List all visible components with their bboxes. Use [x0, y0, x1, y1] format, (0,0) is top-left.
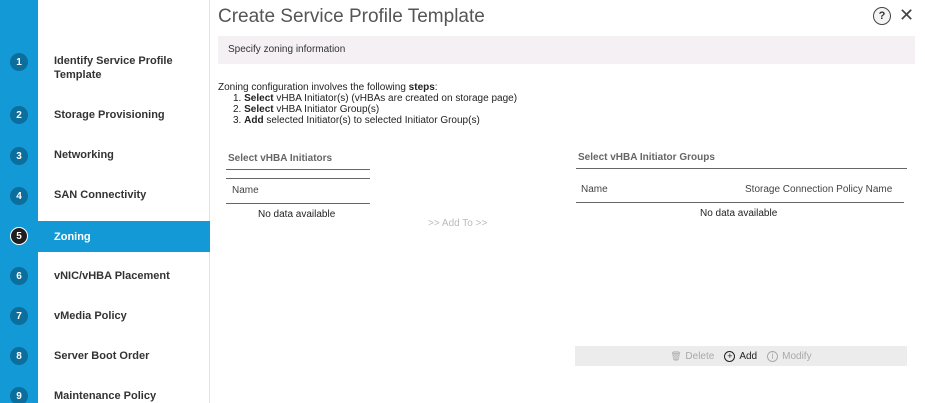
instruction-step-prefix: 2.: [233, 104, 245, 115]
groups-title: Select vHBA Initiator Groups: [578, 152, 715, 163]
trash-icon: 🗑: [670, 350, 682, 361]
step-label: Zoning: [54, 230, 91, 243]
delete-label: Delete: [685, 350, 715, 362]
dialog-title: Create Service Profile Template: [218, 6, 485, 27]
initiators-empty: No data available: [258, 209, 336, 220]
step-label: Server Boot Order: [54, 350, 150, 362]
step-storage-provisioning[interactable]: Storage Provisioning: [38, 100, 210, 130]
step-label: SAN Connectivity: [54, 189, 147, 201]
step-label: Identify Service Profile Template: [54, 55, 173, 81]
step-number: 2: [10, 106, 28, 124]
step-number: 7: [10, 307, 28, 325]
initiators-title: Select vHBA Initiators: [228, 153, 333, 164]
groups-empty: No data available: [700, 208, 778, 219]
instruction-step-bold: Add: [244, 115, 264, 126]
divider: [226, 169, 370, 170]
divider: [576, 168, 907, 169]
add-label: Add: [739, 350, 758, 362]
instruction-step-text: selected Initiator(s) to selected Initia…: [263, 115, 480, 126]
step-number: 3: [10, 147, 28, 165]
step-vmedia-policy[interactable]: vMedia Policy: [38, 301, 210, 331]
step-number: 1: [10, 53, 28, 71]
instruction-step-bold: Select: [244, 104, 274, 115]
initiators-column-name[interactable]: Name: [232, 185, 259, 196]
wizard-steps: Identify Service Profile Template Storag…: [38, 0, 210, 403]
instruction-step-text: vHBA Initiator Group(s): [273, 104, 380, 115]
zoning-instructions: Zoning configuration involves the follow…: [218, 82, 517, 126]
plus-circle-icon: +: [724, 350, 736, 362]
groups-column-name[interactable]: Name: [581, 184, 608, 195]
step-number: 9: [10, 387, 28, 403]
step-networking[interactable]: Networking: [38, 140, 210, 170]
divider: [576, 202, 904, 203]
divider: [226, 203, 370, 204]
step-label: vNIC/vHBA Placement: [54, 270, 170, 282]
add-button[interactable]: + Add: [724, 350, 758, 362]
instructions-lead-bold: steps: [408, 82, 435, 93]
instruction-step: 3. Add selected Initiator(s) to selected…: [218, 115, 517, 126]
instructions-lead: Zoning configuration involves the follow…: [218, 82, 517, 93]
instruction-step-prefix: 3.: [233, 115, 245, 126]
instruction-step-text: vHBA Initiator(s) (vHBAs are created on …: [273, 93, 518, 104]
step-description-bar: Specify zoning information: [218, 36, 915, 64]
step-vnic-vhba-placement[interactable]: vNIC/vHBA Placement: [38, 261, 210, 291]
step-label: Networking: [54, 149, 114, 161]
instruction-step-prefix: 1.: [233, 93, 245, 104]
instructions-lead-end: :: [434, 82, 438, 93]
step-label: Maintenance Policy: [54, 390, 157, 402]
add-to-button[interactable]: >> Add To >>: [428, 218, 487, 229]
delete-button[interactable]: 🗑 Delete: [670, 351, 714, 362]
instructions-lead-text: Zoning configuration involves the follow…: [218, 82, 409, 93]
step-number: 8: [10, 347, 28, 365]
modify-label: Modify: [782, 350, 812, 362]
info-circle-icon: i: [767, 350, 779, 362]
step-identify-service-profile-template[interactable]: Identify Service Profile Template: [38, 42, 210, 94]
step-label: Storage Provisioning: [54, 109, 165, 121]
divider: [226, 178, 370, 179]
modify-button[interactable]: i Modify: [767, 350, 812, 362]
step-server-boot-order[interactable]: Server Boot Order: [38, 341, 210, 371]
groups-column-policy[interactable]: Storage Connection Policy Name: [745, 184, 892, 195]
instruction-step: 1. Select vHBA Initiator(s) (vHBAs are c…: [218, 93, 517, 104]
step-maintenance-policy[interactable]: Maintenance Policy: [38, 381, 210, 403]
sidebar-rail: 1 2 3 4 5 6 7 8 9: [0, 0, 38, 403]
step-description: Specify zoning information: [228, 44, 346, 55]
step-zoning[interactable]: Zoning: [38, 221, 210, 252]
step-san-connectivity[interactable]: SAN Connectivity: [38, 180, 210, 210]
instruction-step: 2. Select vHBA Initiator Group(s): [218, 104, 517, 115]
instruction-step-bold: Select: [244, 93, 274, 104]
groups-action-bar: 🗑 Delete + Add i Modify: [575, 346, 907, 366]
step-label: vMedia Policy: [54, 310, 127, 322]
step-number-active: 5: [10, 227, 28, 245]
step-number: 6: [10, 267, 28, 285]
help-icon[interactable]: ?: [873, 7, 891, 25]
close-icon[interactable]: ✕: [899, 6, 914, 24]
step-number: 4: [10, 187, 28, 205]
